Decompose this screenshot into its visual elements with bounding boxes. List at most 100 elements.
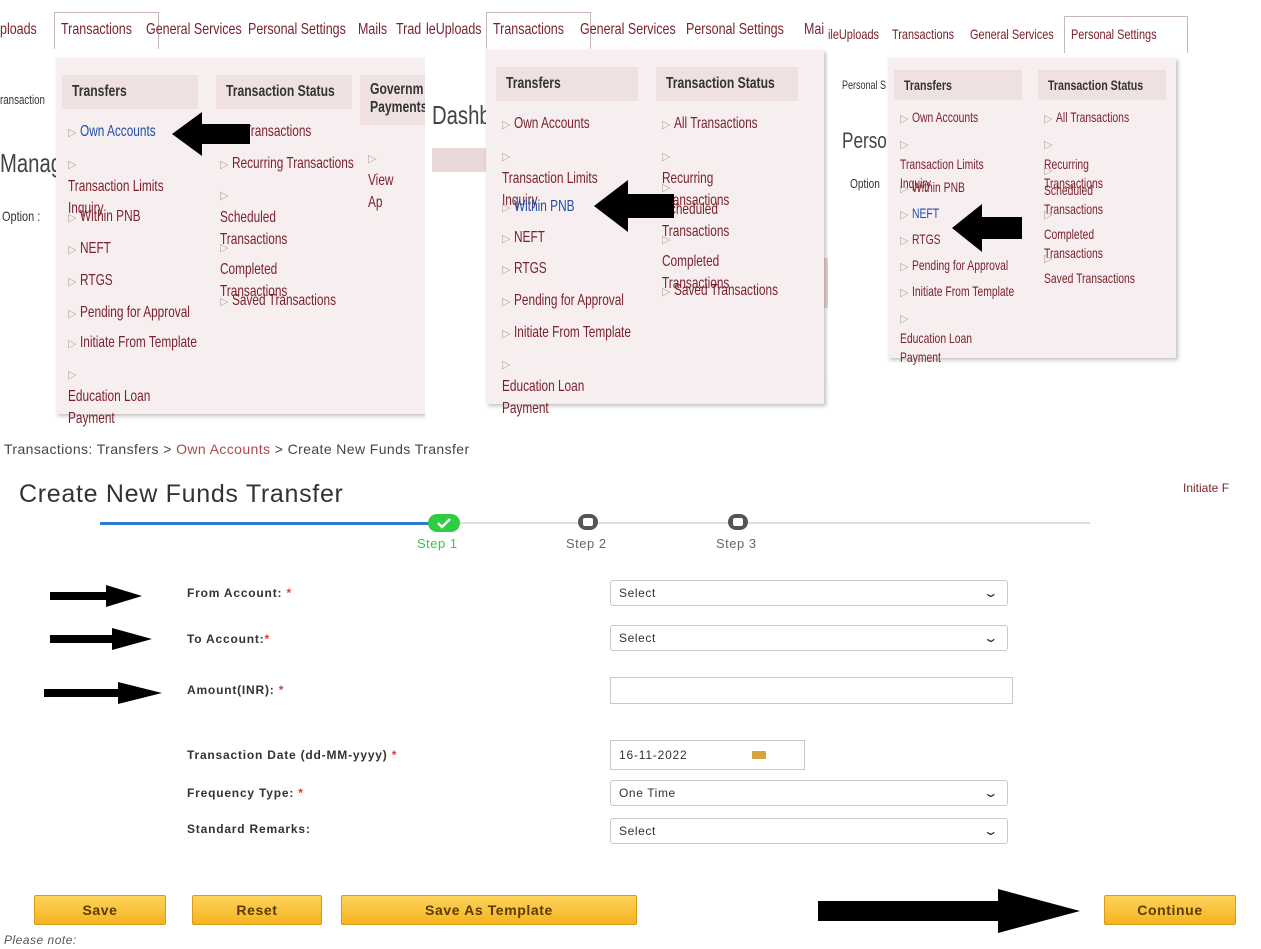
menu-initiate-template[interactable]: ▷ Initiate From Template [502, 322, 672, 345]
tab-transactions[interactable]: Transactions [892, 18, 972, 50]
govt-payments-header: Governm Payments [360, 75, 425, 125]
menu-neft[interactable]: ▷ NEFT [502, 227, 556, 250]
step-3-circle-icon [728, 514, 748, 530]
to-account-select[interactable]: Select ⌄ [610, 625, 1008, 651]
transaction-status-header: Transaction Status [656, 67, 798, 101]
menu-saved[interactable]: ▷Saved Transactions [662, 280, 815, 303]
frequency-type-label: Frequency Type: * [187, 786, 304, 800]
standard-remarks-select[interactable]: Select ⌄ [610, 818, 1008, 844]
option-label: Option [850, 176, 880, 191]
arrow-left-icon [172, 112, 250, 156]
menu-rtgs[interactable]: ▷ RTGS [68, 270, 125, 293]
tab-trade[interactable]: Trad [396, 14, 425, 46]
step-1-label: Step 1 [417, 536, 458, 551]
arrow-left-icon [594, 180, 674, 232]
to-account-label: To Account:* [187, 632, 270, 646]
menu-within-pnb[interactable]: ▷ Within PNB [68, 206, 162, 229]
menu-initiate-template[interactable]: ▷ Initiate From Template [900, 282, 1051, 303]
menu-pending-approval[interactable]: ▷ Pending for Approval [900, 256, 1042, 277]
menu-within-pnb[interactable]: ▷ Within PNB [900, 178, 984, 199]
transfers-header: Transfers [496, 67, 638, 101]
menu-own-accounts[interactable]: ▷ Own Accounts [68, 121, 183, 144]
screenshot-panel-1: ploads Transactions General Services Per… [0, 0, 425, 438]
screenshot-panel-2: leUploads Transactions General Services … [426, 0, 838, 438]
menu-view-approvals[interactable]: ▷View Ap [368, 147, 425, 214]
save-button[interactable]: Save [34, 895, 166, 925]
menu-all-transactions[interactable]: ▷ All Transactions [662, 113, 787, 136]
amount-input[interactable] [610, 677, 1013, 704]
from-account-select[interactable]: Select ⌄ [610, 580, 1008, 606]
top-nav: ploads Transactions General Services Per… [0, 12, 425, 49]
initiate-link[interactable]: Initiate F [1183, 481, 1229, 495]
menu-own-accounts[interactable]: ▷ Own Accounts [900, 108, 1002, 129]
transaction-date-input[interactable]: 16-11-2022 [610, 740, 805, 770]
breadcrumb-own-accounts-link[interactable]: Own Accounts [176, 441, 270, 457]
menu-saved[interactable]: ▷Saved Transactions [220, 290, 373, 313]
breadcrumb-current: > Create New Funds Transfer [274, 441, 470, 457]
standard-remarks-label: Standard Remarks: [187, 822, 311, 836]
from-account-label: From Account: * [187, 586, 292, 600]
chevron-down-icon: ⌄ [983, 824, 1001, 838]
tab-personal-settings[interactable]: Personal Settings [686, 14, 811, 46]
chevron-down-icon: ⌄ [983, 631, 1001, 645]
breadcrumb-transactions: Transactions: Transfers > [4, 441, 172, 457]
menu-own-accounts[interactable]: ▷ Own Accounts [502, 113, 617, 136]
menu-neft[interactable]: ▷ NEFT [900, 204, 949, 225]
menu-pending-approval[interactable]: ▷ Pending for Approval [68, 302, 229, 325]
arrow-right-icon [50, 628, 152, 650]
top-nav: ileUploads Transactions General Services… [828, 16, 1261, 53]
tab-general-services[interactable]: General Services [970, 18, 1077, 50]
step-1-check-icon [428, 514, 460, 532]
menu-initiate-template[interactable]: ▷ Initiate From Template [68, 332, 238, 355]
menu-neft[interactable]: ▷ NEFT [68, 238, 122, 261]
menu-all-transactions[interactable]: ▷ All Transactions [1044, 108, 1155, 129]
calendar-icon[interactable] [752, 751, 766, 759]
menu-education-loan[interactable]: ▷Education Loan Payment [502, 353, 612, 420]
tab-personal-settings[interactable]: Personal Settings [1064, 16, 1188, 53]
save-as-template-button[interactable]: Save As Template [341, 895, 637, 925]
page-title: Create New Funds Transfer [19, 480, 344, 508]
content-strip [432, 148, 492, 172]
option-label: Option : [2, 208, 41, 224]
transfers-header: Transfers [62, 75, 198, 109]
transaction-status-header: Transaction Status [216, 75, 352, 109]
transaction-date-label: Transaction Date (dd-MM-yyyy) * [187, 748, 398, 762]
transaction-status-header: Transaction Status [1038, 70, 1166, 100]
menu-pending-approval[interactable]: ▷ Pending for Approval [502, 290, 663, 313]
tab-mails[interactable]: Mails [358, 14, 395, 46]
arrow-right-icon [50, 585, 142, 607]
tab-general-services[interactable]: General Services [580, 14, 703, 46]
step-2-label: Step 2 [566, 536, 607, 551]
chevron-down-icon: ⌄ [983, 586, 1001, 600]
menu-within-pnb[interactable]: ▷ Within PNB [502, 196, 596, 219]
step-2-circle-icon [578, 514, 598, 530]
tab-personal-settings[interactable]: Personal Settings [248, 14, 373, 46]
menu-transactions[interactable]: Transactions [244, 121, 335, 143]
tab-transactions[interactable]: Transactions [486, 12, 591, 49]
continue-button[interactable]: Continue [1104, 895, 1236, 925]
reset-button[interactable]: Reset [192, 895, 322, 925]
tab-uploads[interactable]: ileUploads [828, 18, 893, 50]
step-3-label: Step 3 [716, 536, 757, 551]
stepper-track-done [100, 522, 440, 525]
frequency-type-select[interactable]: One Time ⌄ [610, 780, 1008, 806]
menu-education-loan[interactable]: ▷Education Loan Payment [900, 308, 1000, 367]
menu-rtgs[interactable]: ▷ RTGS [502, 258, 559, 281]
arrow-right-icon [818, 889, 1080, 933]
arrow-right-icon [44, 682, 162, 704]
chevron-down-icon: ⌄ [983, 786, 1001, 800]
amount-label: Amount(INR): * [187, 683, 285, 697]
transfers-header: Transfers [894, 70, 1022, 100]
tab-mails[interactable]: Mai [804, 14, 830, 46]
menu-rtgs[interactable]: ▷ RTGS [900, 230, 951, 251]
stepper-track-pending [440, 522, 1090, 524]
screenshot-panel-3: ileUploads Transactions General Services… [828, 0, 1261, 380]
please-note-text: Please note: [4, 933, 77, 947]
menu-education-loan[interactable]: ▷Education Loan Payment [68, 363, 178, 430]
menu-saved[interactable]: ▷Saved Transactions [1044, 248, 1176, 288]
arrow-left-icon [952, 204, 1022, 252]
personal-settings-dropdown: Transfers Transaction Status ▷ Own Accoun… [888, 58, 1176, 365]
breadcrumb: Transactions: Transfers > Own Accounts >… [4, 441, 470, 457]
tab-transactions[interactable]: Transactions [54, 12, 159, 49]
tab-uploads[interactable]: ploads [0, 14, 47, 46]
